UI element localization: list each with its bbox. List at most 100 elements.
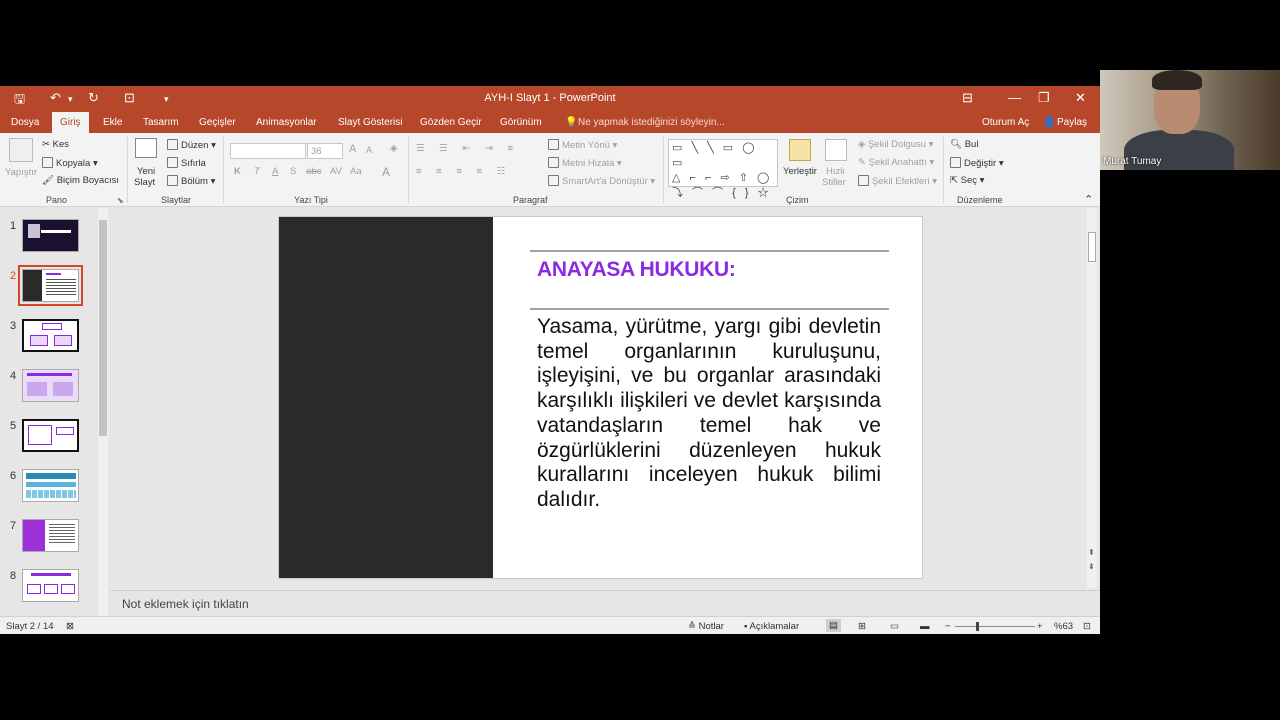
sign-in-link[interactable]: Oturum Aç [982,117,1029,128]
reset-button[interactable]: Sıfırla [167,157,206,169]
share-button[interactable]: Paylaş [1057,117,1087,128]
section-button[interactable]: Bölüm ▾ [167,175,215,187]
slide-thumbnail-6[interactable] [22,469,79,502]
align-text-icon [548,157,559,168]
underline-button[interactable]: A [272,166,278,177]
fill-icon: ◈ [858,139,868,150]
tab-animations[interactable]: Animasyonlar [256,117,317,128]
cut-button[interactable]: ✂ Kes [42,139,69,150]
list-buttons-icon[interactable]: ☰ ☰ ⇤ ⇥ ≡ [416,143,519,154]
paste-button[interactable]: Yapıştır [5,167,37,178]
slide-dark-panel [279,217,493,578]
current-slide[interactable]: ANAYASA HUKUKU: Yasama, yürütme, yargı g… [278,216,923,579]
thumb-number: 1 [10,220,17,232]
font-size-combo[interactable]: 36 [307,143,343,159]
format-painter-button[interactable]: 🖌 Biçim Boyacısı [42,175,119,186]
font-name-combo[interactable] [230,143,306,159]
change-case-button[interactable]: Aa [350,166,362,177]
reset-icon [167,157,178,168]
shrink-font-button[interactable]: A [366,145,372,155]
grow-font-button[interactable]: A [349,143,356,155]
slideshow-view-icon[interactable]: ▬ [920,621,930,632]
arrange-icon[interactable] [789,139,811,161]
arrange-button[interactable]: Yerleştir [783,166,817,177]
replace-label: Değiştir [964,158,997,169]
tab-review[interactable]: Gözden Geçir [420,117,482,128]
layout-button[interactable]: Düzen ▾ [167,139,216,151]
shape-outline-button[interactable]: ✎ Şekil Anahattı ▾ [858,157,934,168]
new-slide-button-line2[interactable]: Slayt [134,177,155,188]
ribbon-display-icon[interactable]: ⊟ [962,90,973,106]
align-buttons-icon[interactable]: ≡ ≡ ≡ ≡ ☷ [416,166,511,177]
tab-insert[interactable]: Ekle [103,117,122,128]
align-text-button[interactable]: Metni Hizala ▾ [548,157,622,169]
tab-design[interactable]: Tasarım [143,117,179,128]
clear-format-icon[interactable]: ◈ [390,143,397,154]
bold-button[interactable]: K [234,166,241,177]
strikethrough-button[interactable]: abc [306,166,321,177]
slide-thumbnail-8[interactable] [22,569,79,602]
quick-styles-line1[interactable]: Hızlı [826,166,845,177]
fit-to-window-icon[interactable]: ⊡ [1083,621,1091,632]
scroll-thumb[interactable] [99,220,107,436]
slide-heading[interactable]: ANAYASA HUKUKU: [537,258,736,282]
next-slide-icon[interactable]: ⇟ [1088,562,1095,571]
text-direction-button[interactable]: Metin Yönü ▾ [548,139,617,151]
copy-button[interactable]: Kopyala ▾ [42,157,98,169]
thumb-number: 4 [10,370,17,382]
tell-me-search[interactable]: Ne yapmak istediğinizi söyleyin... [578,117,725,128]
find-label: Bul [964,139,979,150]
restore-icon[interactable]: ❐ [1038,90,1050,106]
tab-transitions[interactable]: Geçişler [199,117,236,128]
close-icon[interactable]: ✕ [1075,90,1086,106]
new-slide-icon[interactable] [135,138,157,158]
zoom-level[interactable]: %63 [1054,621,1073,632]
shape-effects-button[interactable]: Şekil Efektleri ▾ [858,175,937,187]
reading-view-icon[interactable]: ▭ [890,621,899,632]
canvas-scrollbar[interactable]: ⇞ ⇟ [1087,208,1097,588]
thumbnail-scrollbar[interactable] [98,208,108,616]
font-color-button[interactable]: A [382,165,390,179]
clipboard-launcher-icon[interactable]: ⬊ [117,196,124,205]
quick-styles-line2[interactable]: Stiller [822,177,846,188]
shadow-button[interactable]: S [290,166,296,177]
tab-slideshow[interactable]: Slayt Gösterisi [338,117,402,128]
zoom-slider-thumb[interactable] [976,622,979,631]
shape-fill-button[interactable]: ◈ Şekil Dolgusu ▾ [858,139,933,150]
slide-thumbnail-3[interactable] [22,319,79,352]
zoom-slider[interactable] [955,626,1035,627]
slide-thumbnail-2[interactable] [18,265,83,306]
comments-button[interactable]: ▪ Açıklamalar [744,621,799,632]
tab-home[interactable]: Giriş [52,112,89,133]
italic-button[interactable]: T [254,166,260,177]
zoom-in-icon[interactable]: + [1037,621,1043,632]
smartart-button[interactable]: SmartArt'a Dönüştür ▾ [548,175,655,187]
find-button[interactable]: 🔍︎ Bul [950,139,978,150]
spelling-icon[interactable]: ⊠ [66,621,74,632]
tab-view[interactable]: Görünüm [500,117,542,128]
canvas-scroll-thumb[interactable] [1088,232,1096,262]
normal-view-icon[interactable]: ▤ [826,619,841,632]
slide-thumbnail-7[interactable] [22,519,79,552]
cut-label: Kes [52,139,69,150]
char-spacing-button[interactable]: AV [330,166,342,177]
prev-slide-icon[interactable]: ⇞ [1088,548,1095,557]
notes-placeholder[interactable]: Not eklemek için tıklatın [122,597,249,611]
slide-thumbnail-4[interactable] [22,369,79,402]
slide-thumbnail-5[interactable] [22,419,79,452]
minimize-icon[interactable]: — [1008,90,1021,105]
zoom-out-icon[interactable]: − [945,621,951,632]
replace-button[interactable]: Değiştir ▾ [950,157,1004,169]
notes-pane[interactable]: Not eklemek için tıklatın [110,590,1100,616]
paste-icon[interactable] [9,138,33,162]
new-slide-button-line1[interactable]: Yeni [137,166,155,177]
slide-thumbnail-1[interactable] [22,219,79,252]
quick-styles-icon[interactable] [825,139,847,161]
tab-file[interactable]: Dosya [11,117,39,128]
notes-button[interactable]: ≙ Notlar [688,621,724,632]
shapes-gallery[interactable]: ▭ ╲ ╲ ▭ ◯ ▭ △ ⌐ ⌐ ⇨ ⇧ ◯ ⤵ ⌒ ⌒ { } ☆ [668,139,778,199]
slide-body-text[interactable]: Yasama, yürütme, yargı gibi devletin tem… [537,315,881,513]
slide-sorter-icon[interactable]: ⊞ [858,621,866,632]
collapse-ribbon-icon[interactable]: ⌃ [1084,193,1093,206]
select-button[interactable]: ⇱ Seç ▾ [950,175,984,186]
